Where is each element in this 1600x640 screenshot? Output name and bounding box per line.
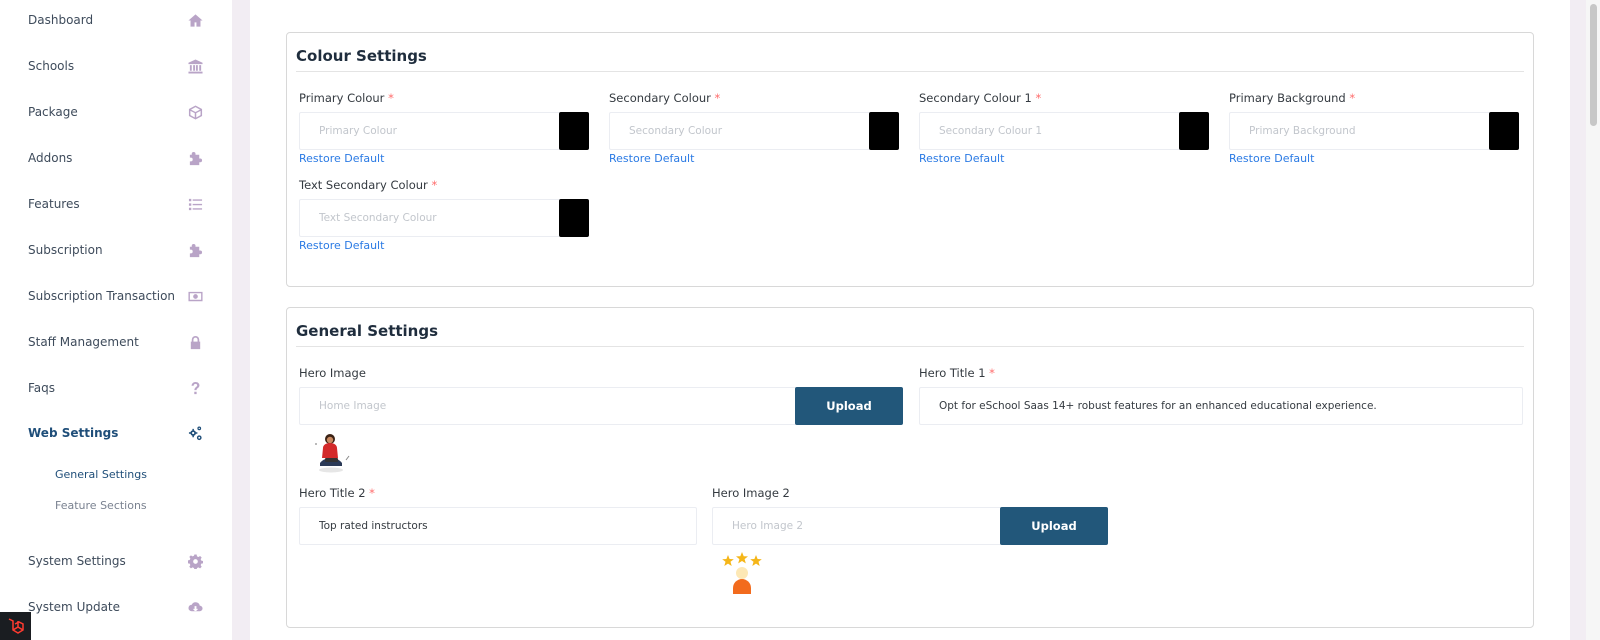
sidebar-item-label: Dashboard — [28, 13, 94, 27]
sidebar-item-subscription-transaction[interactable]: Subscription Transaction — [28, 284, 204, 308]
sidebar-item-label: Schools — [28, 59, 75, 73]
hero-image-2-upload-button[interactable]: Upload — [1000, 507, 1108, 545]
restore-default-link[interactable]: Restore Default — [919, 152, 1004, 165]
required-mark: * — [388, 91, 394, 105]
sub-item-general-settings[interactable]: General Settings — [55, 468, 147, 481]
restore-default-link[interactable]: Restore Default — [299, 239, 384, 252]
hero-image-input[interactable] — [299, 387, 797, 425]
restore-default-link[interactable]: Restore Default — [299, 152, 384, 165]
sidebar-item-label: Addons — [28, 151, 73, 165]
hero-image-2-thumbnail — [721, 552, 763, 594]
required-mark: * — [1349, 91, 1356, 105]
sidebar-item-dashboard[interactable]: Dashboard — [28, 8, 204, 32]
primary-colour-label: Primary Colour * — [299, 91, 394, 105]
restore-default-link[interactable]: Restore Default — [609, 152, 694, 165]
gear-icon — [186, 552, 204, 570]
section-title: Colour Settings — [296, 47, 427, 65]
hero-title-2-label: Hero Title 2 * — [299, 486, 375, 500]
sidebar-item-subscription[interactable]: Subscription — [28, 238, 204, 262]
bank-icon — [186, 57, 204, 75]
sidebar-item-label: Subscription — [28, 243, 103, 257]
sidebar-item-label: Faqs — [28, 381, 56, 395]
sidebar-item-faqs[interactable]: Faqs — [28, 376, 204, 400]
hero-title-1-input[interactable] — [919, 387, 1523, 425]
sidebar-item-system-update[interactable]: System Update — [28, 595, 204, 619]
required-mark: * — [989, 366, 995, 380]
sidebar-item-label: Features — [28, 197, 80, 211]
hero-image-thumbnail — [309, 430, 353, 474]
required-mark: * — [431, 178, 438, 192]
puzzle-icon — [186, 149, 204, 167]
hero-title-2-input[interactable] — [299, 507, 697, 545]
question-icon — [186, 379, 204, 397]
sidebar-item-staff-management[interactable]: Staff Management — [28, 330, 204, 354]
home-icon — [186, 11, 204, 29]
sidebar-item-label: Package — [28, 105, 78, 119]
cube-icon — [186, 103, 204, 121]
section-divider — [296, 71, 1524, 72]
text-secondary-colour-label: Text Secondary Colour * — [299, 178, 438, 192]
primary-background-input[interactable] — [1229, 112, 1491, 150]
primary-colour-swatch[interactable] — [559, 112, 589, 150]
sidebar-item-addons[interactable]: Addons — [28, 146, 204, 170]
secondary-colour-1-swatch[interactable] — [1179, 112, 1209, 150]
text-secondary-colour-swatch[interactable] — [559, 199, 589, 237]
secondary-colour-swatch[interactable] — [869, 112, 899, 150]
laravel-logo-icon[interactable] — [0, 612, 31, 640]
required-mark: * — [369, 486, 375, 500]
lock-icon — [186, 333, 204, 351]
sidebar-item-web-settings[interactable]: Web Settings — [28, 421, 204, 445]
scrollbar-thumb[interactable] — [1590, 4, 1597, 126]
restore-default-link[interactable]: Restore Default — [1229, 152, 1314, 165]
sidebar-item-features[interactable]: Features — [28, 192, 204, 216]
hero-image-label: Hero Image — [299, 366, 366, 380]
sidebar: Dashboard Schools Package Addons Feature… — [0, 0, 232, 640]
sidebar-item-label: Staff Management — [28, 335, 139, 349]
sidebar-item-label: System Update — [28, 600, 121, 614]
colour-settings-section: Colour Settings Primary Colour * Restore… — [286, 32, 1534, 287]
secondary-colour-label: Secondary Colour * — [609, 91, 721, 105]
money-icon — [186, 287, 204, 305]
secondary-colour-1-label: Secondary Colour 1 * — [919, 91, 1042, 105]
primary-colour-input[interactable] — [299, 112, 561, 150]
general-settings-section: General Settings Hero Image Upload Hero … — [286, 307, 1534, 628]
sidebar-item-label: Subscription Transaction — [28, 289, 176, 303]
sidebar-item-schools[interactable]: Schools — [28, 54, 204, 78]
text-secondary-colour-input[interactable] — [299, 199, 561, 237]
hero-image-2-label: Hero Image 2 — [712, 486, 790, 500]
primary-background-swatch[interactable] — [1489, 112, 1519, 150]
secondary-colour-1-input[interactable] — [919, 112, 1181, 150]
hero-title-1-label: Hero Title 1 * — [919, 366, 995, 380]
section-divider — [296, 346, 1524, 347]
cloud-download-icon — [186, 598, 204, 616]
sidebar-item-package[interactable]: Package — [28, 100, 204, 124]
section-title: General Settings — [296, 322, 439, 340]
sub-item-feature-sections[interactable]: Feature Sections — [55, 499, 147, 512]
hero-image-2-input[interactable] — [712, 507, 1002, 545]
primary-background-label: Primary Background * — [1229, 91, 1356, 105]
puzzle-icon — [186, 241, 204, 259]
list-icon — [186, 195, 204, 213]
required-mark: * — [1035, 91, 1042, 105]
main-content: Colour Settings Primary Colour * Restore… — [250, 0, 1570, 640]
required-mark: * — [714, 91, 721, 105]
gears-icon — [186, 424, 204, 442]
secondary-colour-input[interactable] — [609, 112, 871, 150]
sidebar-item-label: Web Settings — [28, 426, 119, 440]
sidebar-item-label: System Settings — [28, 554, 126, 568]
sidebar-item-system-settings[interactable]: System Settings — [28, 549, 204, 573]
hero-image-upload-button[interactable]: Upload — [795, 387, 903, 425]
